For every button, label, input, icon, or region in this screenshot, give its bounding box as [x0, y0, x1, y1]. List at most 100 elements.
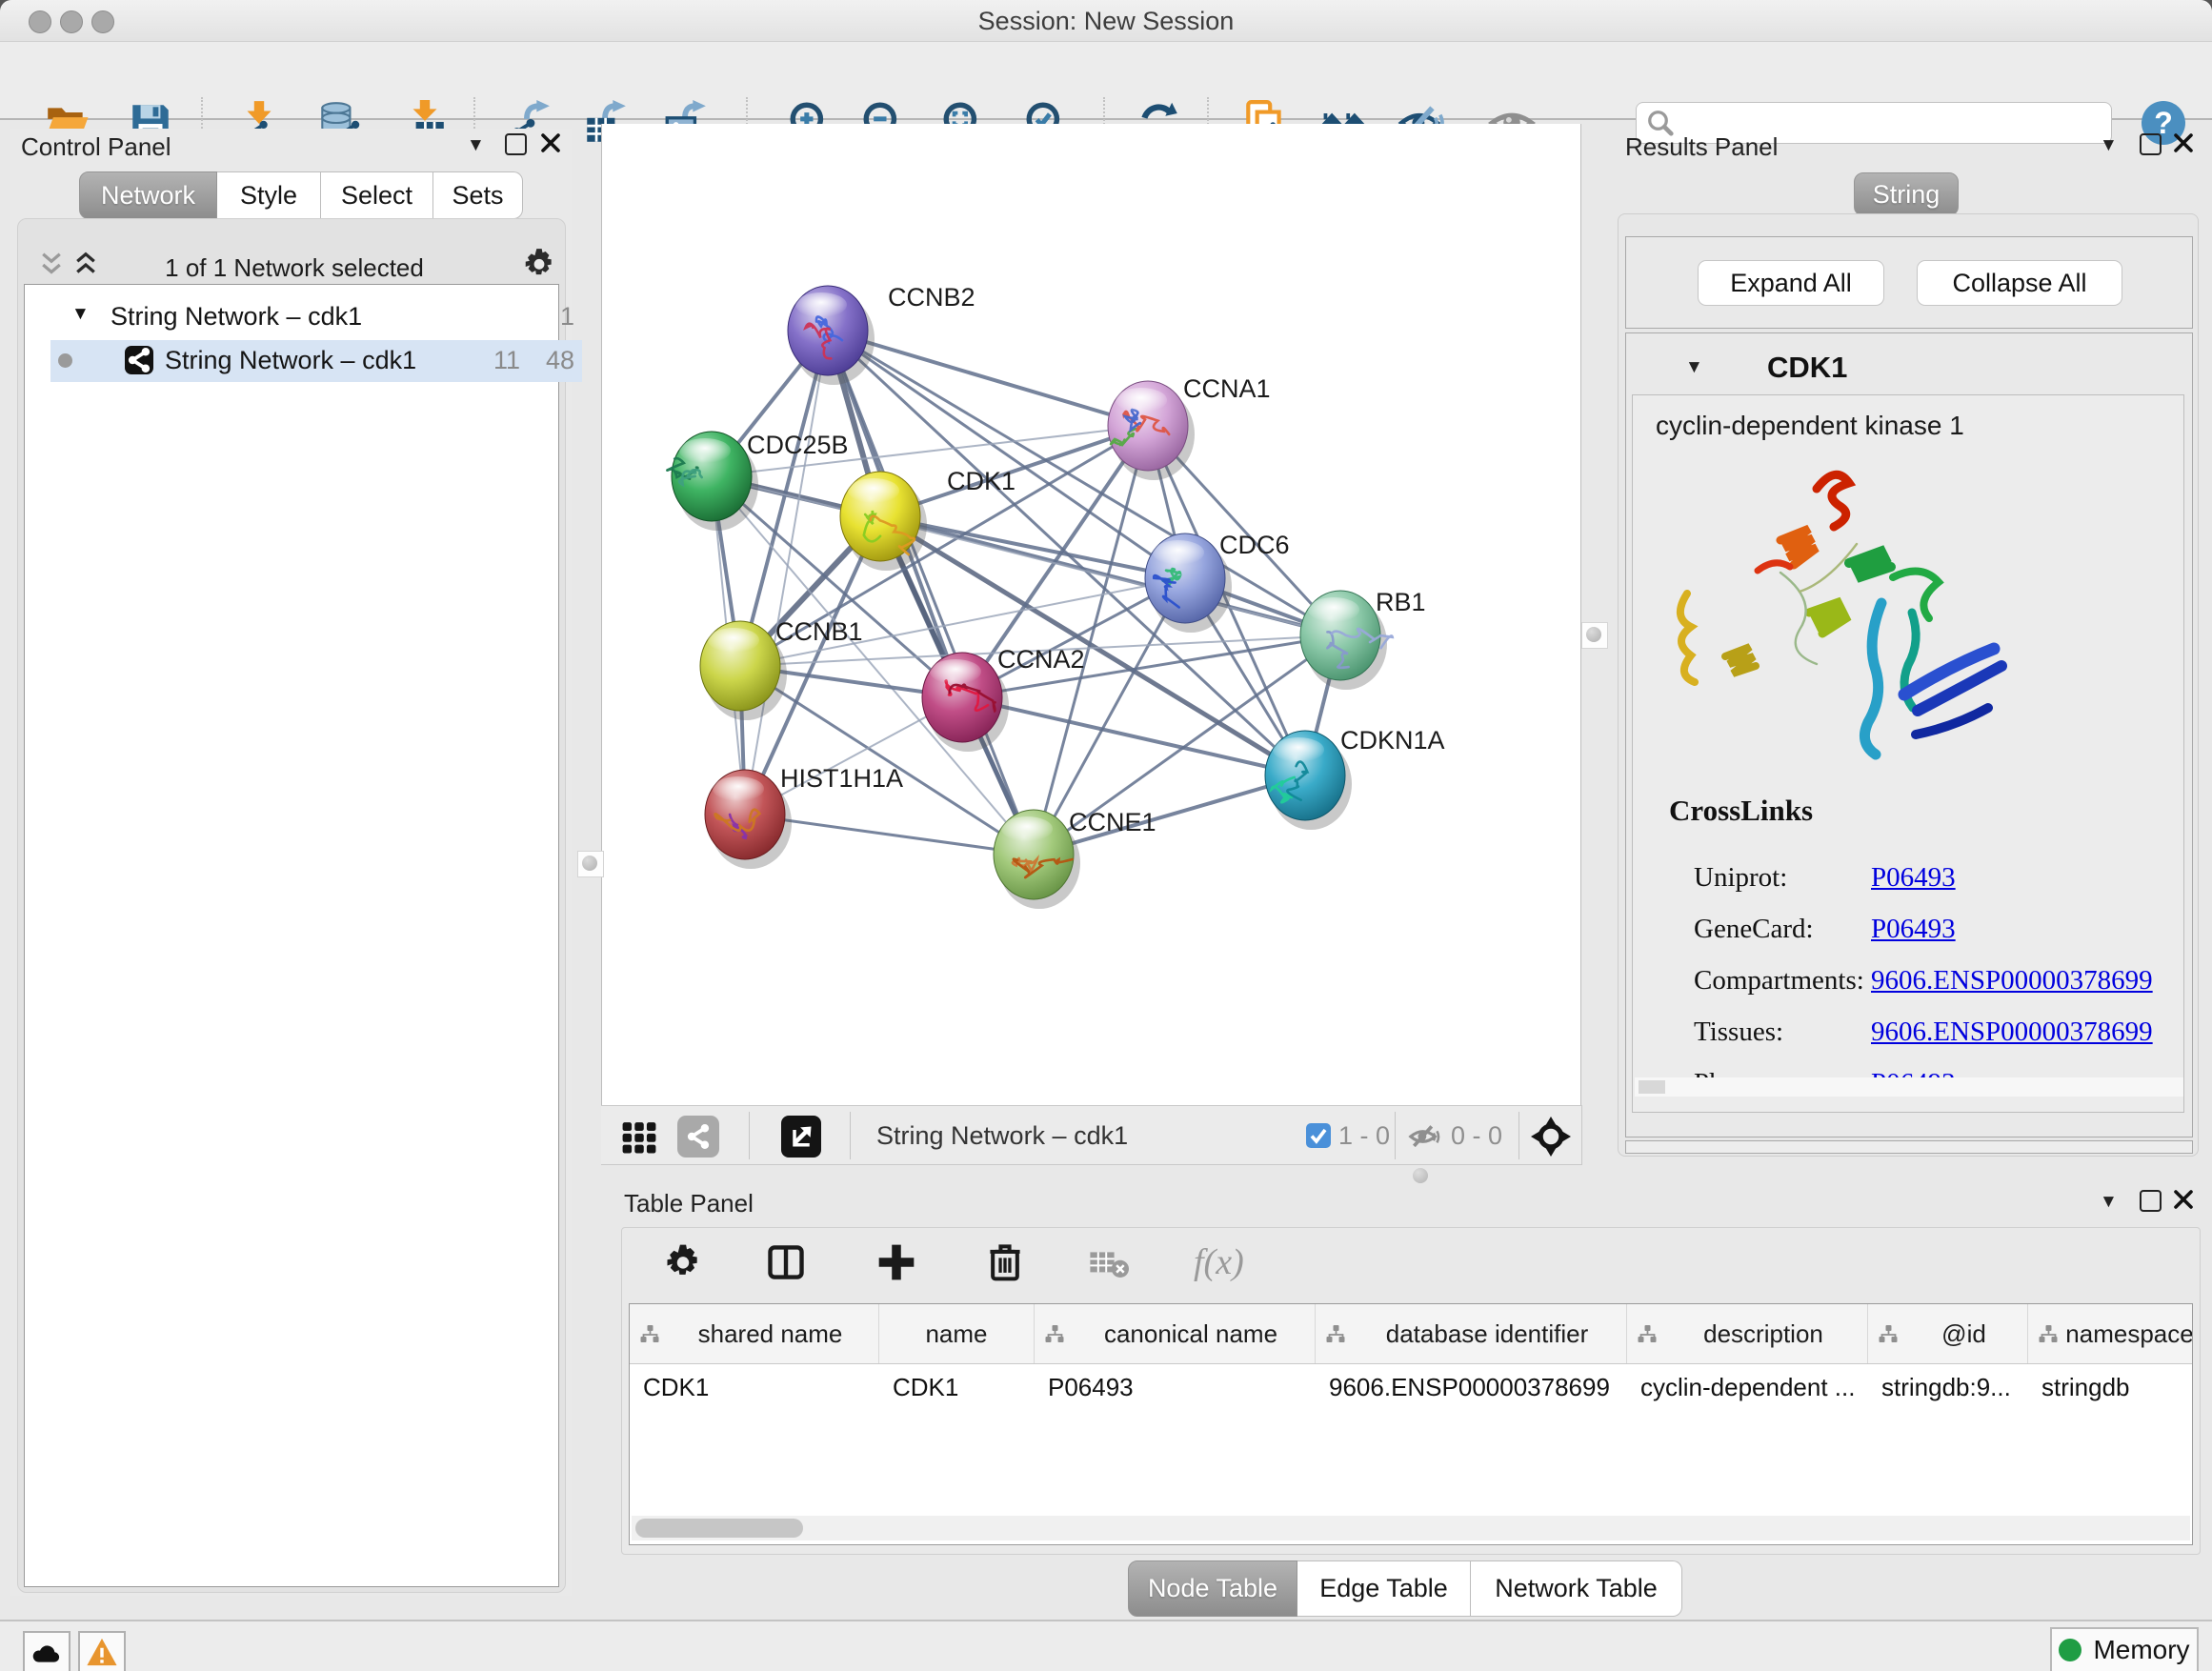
network-tree-row[interactable]: ▼String Network – cdk11	[50, 296, 582, 338]
table-panel-title: Table Panel	[624, 1189, 754, 1218]
bottom-splitter-handle[interactable]	[1413, 1168, 1428, 1183]
network-node-CDKN1A[interactable]: CDKN1A	[1265, 726, 1445, 830]
node-label-CCNA2: CCNA2	[997, 645, 1085, 674]
function-builder-icon[interactable]: f(x)	[1194, 1241, 1244, 1283]
warning-button[interactable]	[78, 1631, 126, 1671]
collapse-all-icon[interactable]	[37, 252, 66, 278]
table-panel-close-icon[interactable]	[2173, 1189, 2194, 1210]
results-collapsed-strip	[1625, 1140, 2193, 1154]
crosslink-link[interactable]: 9606.ENSP00000378699	[1871, 1017, 2153, 1048]
node-label-CCNE1: CCNE1	[1069, 808, 1156, 836]
string-app-badge-icon	[125, 346, 153, 374]
edge-count: 1	[522, 302, 574, 332]
network-node-CCNA2[interactable]: CCNA2	[922, 645, 1085, 752]
network-view-title: String Network – cdk1	[876, 1106, 1128, 1166]
network-selected-status: 1 of 1 Network selected	[123, 253, 466, 283]
node-label-CDC6: CDC6	[1219, 531, 1290, 559]
control-panel-title: Control Panel	[21, 132, 171, 162]
network-tree-list[interactable]: ▼String Network – cdk11String Network – …	[24, 284, 559, 1587]
crosslink-label: Uniprot:	[1694, 862, 1787, 894]
column-header-namespace[interactable]: namespace	[2028, 1304, 2193, 1363]
external-link-icon[interactable]	[781, 1116, 821, 1158]
network-view-canvas[interactable]: CCNB2CCNA1CDC25BCDK1CDC6RB1CCNB1CCNA2CDK…	[601, 124, 1581, 1105]
network-column-icon	[2036, 1322, 2061, 1345]
edge-count: 48	[522, 346, 574, 375]
grid-view-icon[interactable]	[620, 1119, 658, 1156]
network-tree-row[interactable]: String Network – cdk11148	[50, 340, 582, 382]
column-header-name[interactable]: name	[879, 1304, 1035, 1363]
crosslink-label: Compartments:	[1694, 965, 1864, 997]
column-header-sharedname[interactable]: shared name	[630, 1304, 879, 1363]
table-cell[interactable]: stringdb:9...	[1868, 1363, 2028, 1417]
network-node-CCNE1[interactable]: CCNE1	[994, 808, 1156, 909]
expand-all-icon[interactable]	[71, 252, 100, 278]
table-panel-menu-icon[interactable]: ▼	[2100, 1193, 2118, 1211]
table-cell[interactable]: stringdb	[2028, 1363, 2193, 1417]
network-node-HIST1H1A[interactable]: HIST1H1A	[705, 764, 903, 869]
left-splitter-handle[interactable]	[577, 851, 604, 877]
node-label-CCNB1: CCNB1	[775, 617, 863, 646]
table-row[interactable]: CDK1CDK1P064939606.ENSP00000378699cyclin…	[630, 1363, 2193, 1417]
cloud-button[interactable]	[23, 1631, 70, 1671]
column-header-canonicalname[interactable]: canonical name	[1035, 1304, 1316, 1363]
results-mini-scrollbar[interactable]	[1635, 1077, 2183, 1097]
string-network-badge-icon[interactable]	[677, 1116, 719, 1158]
tab-edge-table[interactable]: Edge Table	[1297, 1560, 1471, 1617]
table-cell[interactable]: CDK1	[630, 1363, 879, 1417]
selected-checkbox-icon[interactable]	[1306, 1123, 1331, 1148]
tab-network-table[interactable]: Network Table	[1471, 1560, 1682, 1617]
selected-count: 1 - 0	[1338, 1106, 1390, 1166]
results-panel-title: Results Panel	[1625, 132, 1778, 162]
control-panel-menu-icon[interactable]: ▼	[467, 136, 485, 154]
tab-string[interactable]: String	[1854, 172, 1959, 216]
tab-sets[interactable]: Sets	[433, 171, 523, 219]
table-cell[interactable]: 9606.ENSP00000378699	[1316, 1363, 1627, 1417]
node-label-CCNB2: CCNB2	[888, 283, 975, 312]
crosslink-link[interactable]: 9606.ENSP00000378699	[1871, 965, 2153, 997]
node-label-CDK1: CDK1	[947, 467, 1016, 495]
memory-button[interactable]: Memory	[2050, 1627, 2199, 1671]
column-header-description[interactable]: description	[1627, 1304, 1868, 1363]
results-panel-float-icon[interactable]	[2140, 133, 2162, 155]
tab-node-table[interactable]: Node Table	[1128, 1560, 1297, 1617]
column-header-id[interactable]: @id	[1868, 1304, 2028, 1363]
crosshair-locate-icon[interactable]	[1531, 1117, 1571, 1157]
crosslink-link[interactable]: P06493	[1871, 914, 1956, 945]
tab-network[interactable]: Network	[79, 171, 217, 219]
hidden-count: 0 - 0	[1451, 1106, 1502, 1166]
table-horizontal-scrollbar[interactable]	[632, 1516, 2190, 1540]
results-panel-close-icon[interactable]	[2173, 132, 2194, 153]
node-table[interactable]: shared namenamecanonical namedatabase id…	[629, 1303, 2193, 1545]
table-cell[interactable]: CDK1	[879, 1363, 1035, 1417]
network-options-gear-icon[interactable]	[521, 246, 557, 282]
tab-style[interactable]: Style	[217, 171, 321, 219]
control-panel-close-icon[interactable]	[540, 132, 561, 153]
tab-select[interactable]: Select	[321, 171, 433, 219]
collapse-all-button[interactable]: Collapse All	[1917, 260, 2122, 306]
cdk1-details-box: cyclin-dependent kinase 1 CrossLinks	[1632, 394, 2184, 1113]
show-columns-icon[interactable]	[765, 1241, 807, 1283]
network-status-dot	[58, 353, 72, 368]
crosslinks-title: CrossLinks	[1669, 794, 1813, 828]
add-column-icon[interactable]	[875, 1241, 917, 1283]
cdk1-collapse-icon[interactable]: ▼	[1685, 358, 1703, 376]
control-panel-float-icon[interactable]	[505, 133, 527, 155]
tree-expander-icon[interactable]: ▼	[71, 304, 90, 325]
delete-table-icon[interactable]	[1089, 1249, 1129, 1279]
expand-all-button[interactable]: Expand All	[1698, 260, 1884, 306]
table-cell[interactable]: P06493	[1035, 1363, 1316, 1417]
hidden-eye-slash-icon[interactable]	[1407, 1120, 1441, 1153]
table-options-gear-icon[interactable]	[662, 1241, 704, 1283]
delete-column-trash-icon[interactable]	[984, 1239, 1026, 1283]
network-node-CCNA1[interactable]: CCNA1	[1108, 374, 1271, 480]
table-cell[interactable]: cyclin-dependent ...	[1627, 1363, 1868, 1417]
crosslink-link[interactable]: P06493	[1871, 862, 1956, 894]
results-panel-menu-icon[interactable]: ▼	[2100, 136, 2118, 154]
column-header-databaseidentifier[interactable]: database identifier	[1316, 1304, 1627, 1363]
network-node-RB1[interactable]: RB1	[1300, 588, 1426, 690]
table-panel-float-icon[interactable]	[2140, 1190, 2162, 1212]
network-node-CCNB1[interactable]: CCNB1	[700, 617, 863, 720]
network-node-CCNB2[interactable]: CCNB2	[788, 283, 975, 385]
right-splitter-handle[interactable]	[1581, 622, 1608, 649]
scrollbar-thumb[interactable]	[635, 1519, 803, 1538]
